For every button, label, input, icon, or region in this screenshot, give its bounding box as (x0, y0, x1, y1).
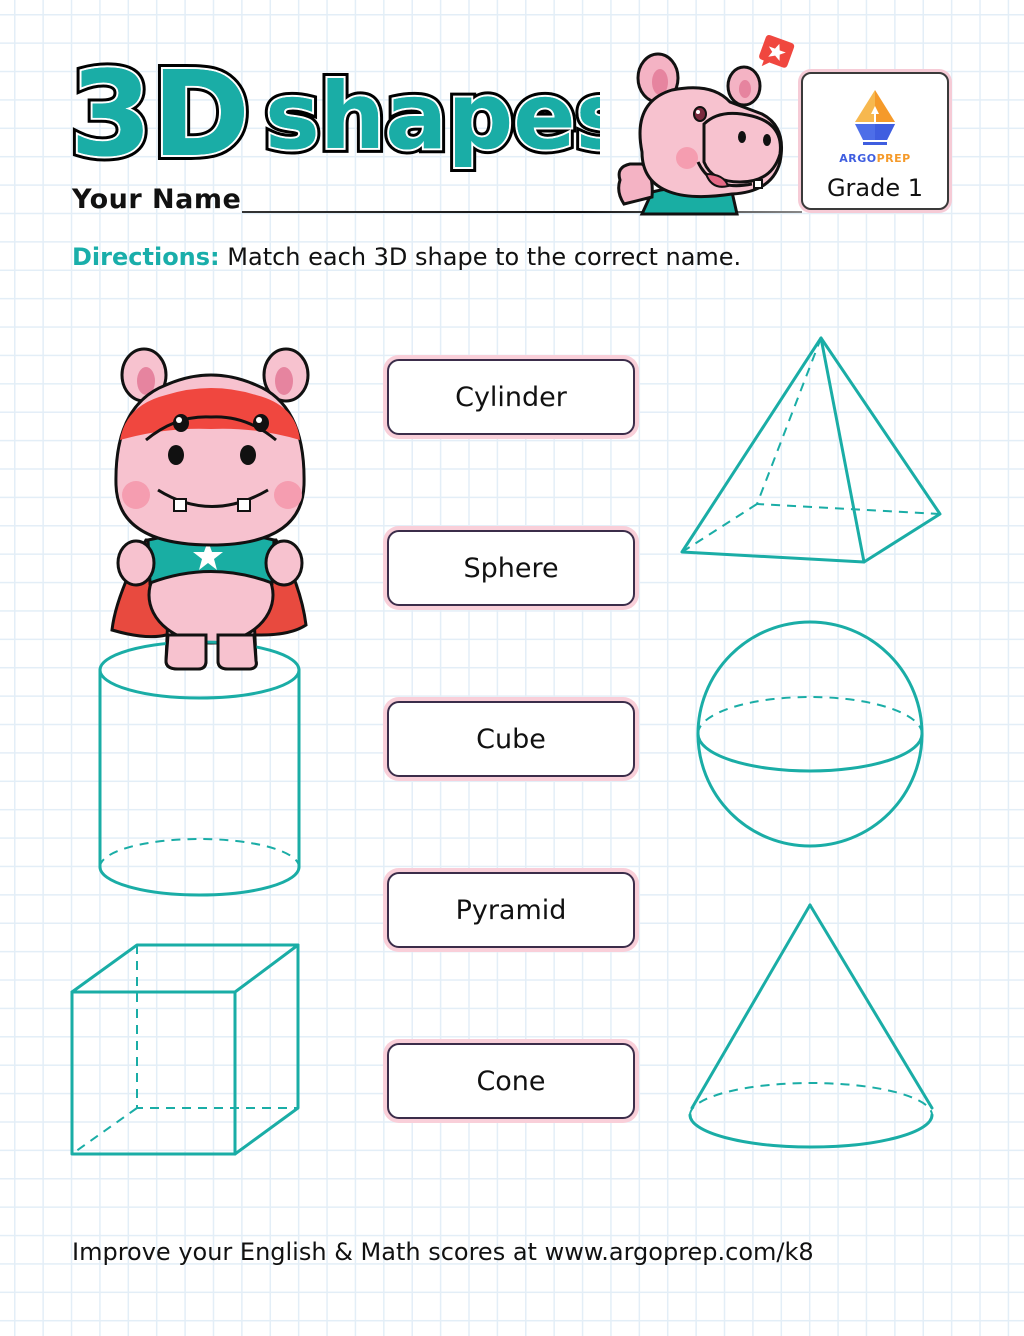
name-card-cube[interactable]: Cube (387, 701, 635, 777)
name-card-pyramid[interactable]: Pyramid (387, 872, 635, 948)
your-name-label: Your Name (72, 184, 242, 215)
directions-lead: Directions: (72, 243, 220, 271)
name-card-cylinder[interactable]: Cylinder (387, 359, 635, 435)
hippo-mascot-waving (617, 35, 795, 216)
cylinder-shape[interactable] (96, 640, 306, 900)
title-shapes-fill: shapes (265, 63, 600, 170)
title-3d-fill: 3D (70, 45, 250, 183)
directions-text: Match each 3D shape to the correct name. (219, 243, 742, 271)
hippo-feet-overlay (164, 633, 258, 671)
pyramid-shape[interactable] (660, 320, 960, 580)
cone-shape[interactable] (680, 890, 950, 1160)
name-card-sphere[interactable]: Sphere (387, 530, 635, 606)
cube-shape[interactable] (60, 930, 310, 1160)
brand-argo: ARGO (839, 152, 877, 165)
argoprep-logo-icon (855, 90, 895, 145)
star-bubble-icon (759, 35, 795, 68)
worksheet-title: 3D 3D 3D shapes shapes shapes (65, 40, 600, 188)
brand-prep: PREP (876, 152, 911, 165)
argoprep-wordmark: ARGOPREP (803, 152, 947, 165)
footer-promo: Improve your English & Math scores at ww… (72, 1238, 814, 1266)
directions: Directions: Match each 3D shape to the c… (72, 243, 741, 271)
sphere-shape[interactable] (680, 610, 940, 860)
name-card-cone[interactable]: Cone (387, 1043, 635, 1119)
grade-badge: ARGOPREP Grade 1 (801, 72, 949, 210)
grade-label: Grade 1 (826, 174, 924, 202)
